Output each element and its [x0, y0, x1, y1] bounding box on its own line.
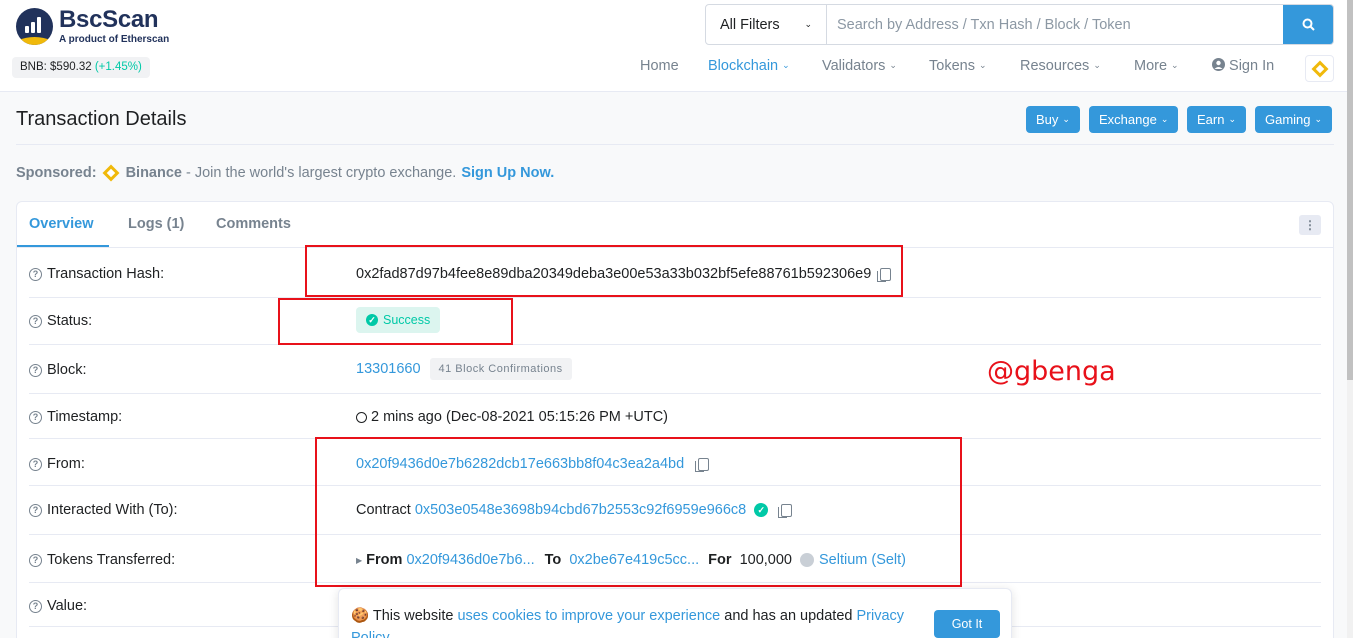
- filter-dropdown[interactable]: All Filters ⌄: [706, 5, 827, 44]
- sign-up-link[interactable]: Sign Up Now.: [461, 165, 554, 181]
- annotation-box-hash: [305, 245, 903, 297]
- search-input[interactable]: [827, 5, 1283, 44]
- help-icon[interactable]: ?: [29, 553, 42, 567]
- chevron-down-icon: ⌄: [1228, 114, 1237, 124]
- help-icon[interactable]: ?: [29, 503, 42, 517]
- chevron-down-icon: ⌄: [1160, 114, 1169, 124]
- status-row: ? Status: ✓ Success: [29, 298, 1321, 345]
- buy-button[interactable]: Buy ⌄: [1026, 106, 1080, 133]
- chevron-down-icon: ⌄: [1314, 114, 1323, 124]
- chevron-down-icon: ⌄: [1093, 60, 1101, 70]
- exchange-button[interactable]: Exchange ⌄: [1089, 106, 1179, 133]
- block-label: Block:: [47, 362, 87, 378]
- block-row: ? Block: 13301660 41 Block Confirmations: [29, 345, 1321, 394]
- chevron-down-icon: ⌄: [1171, 60, 1179, 70]
- nav-home[interactable]: Home: [640, 58, 679, 74]
- cookie-policy-link[interactable]: uses cookies to improve your experience: [457, 608, 720, 624]
- user-icon: [1212, 58, 1225, 71]
- chevron-down-icon: ⌄: [782, 60, 790, 70]
- sign-in-link[interactable]: Sign In: [1212, 58, 1274, 74]
- tokens-label: Tokens Transferred:: [47, 552, 176, 568]
- watermark-text: @gbenga: [987, 356, 1116, 387]
- binance-icon: [102, 164, 120, 182]
- site-header: BscScan A product of Etherscan BNB: $590…: [0, 0, 1353, 92]
- timestamp-value: 2 mins ago (Dec-08-2021 05:15:26 PM +UTC…: [371, 409, 668, 425]
- tab-comments[interactable]: Comments: [216, 216, 291, 232]
- bnb-network-button[interactable]: [1305, 55, 1334, 82]
- cookie-text: 🍪 This website uses cookies to improve y…: [351, 605, 911, 638]
- annotation-box-status: [278, 298, 513, 345]
- main-nav: Home Blockchain ⌄ Validators ⌄ Tokens ⌄ Res…: [0, 58, 1353, 80]
- sponsor-name[interactable]: Binance: [126, 165, 182, 181]
- tx-hash-label: Transaction Hash:: [47, 266, 165, 282]
- sponsored-banner: Sponsored: Binance - Join the world's la…: [16, 164, 554, 182]
- logo-subtitle: A product of Etherscan: [59, 34, 170, 45]
- gaming-button[interactable]: Gaming ⌄: [1255, 106, 1333, 133]
- more-options-icon[interactable]: ⋮: [1299, 215, 1321, 235]
- block-number-link[interactable]: 13301660: [356, 361, 421, 377]
- confirmations-badge: 41 Block Confirmations: [429, 358, 572, 380]
- nav-resources[interactable]: Resources ⌄: [1020, 58, 1101, 74]
- cookie-icon: 🍪: [351, 608, 370, 624]
- cookie-banner: 🍪 This website uses cookies to improve y…: [338, 588, 1012, 638]
- help-icon[interactable]: ?: [29, 410, 42, 424]
- nav-tokens[interactable]: Tokens ⌄: [929, 58, 987, 74]
- bscscan-logo[interactable]: BscScan A product of Etherscan: [16, 8, 169, 45]
- timestamp-row: ? Timestamp: 2 mins ago (Dec-08-2021 05:1…: [29, 394, 1321, 439]
- page-title: Transaction Details: [16, 108, 187, 130]
- status-label: Status:: [47, 313, 93, 329]
- value-label: Value:: [47, 598, 88, 614]
- bnb-icon: [1311, 60, 1328, 77]
- help-icon[interactable]: ?: [29, 267, 42, 281]
- clock-icon: [356, 411, 367, 423]
- to-label: Interacted With (To):: [47, 502, 178, 518]
- active-tab-indicator: [17, 245, 109, 247]
- chevron-down-icon: ⌄: [1062, 114, 1070, 124]
- from-label: From:: [47, 456, 85, 472]
- scrollbar[interactable]: [1347, 0, 1353, 638]
- chevron-down-icon: ⌄: [889, 60, 897, 70]
- tab-bar: Overview Logs (1) Comments ⋮: [17, 202, 1333, 248]
- tab-overview[interactable]: Overview: [29, 216, 94, 232]
- sponsor-label: Sponsored:: [16, 165, 97, 181]
- chevron-down-icon: ⌄: [804, 19, 812, 29]
- timestamp-label: Timestamp:: [47, 409, 123, 425]
- got-it-button[interactable]: Got It: [934, 610, 1000, 638]
- search-button[interactable]: [1283, 5, 1333, 44]
- earn-button[interactable]: Earn ⌄: [1187, 106, 1247, 133]
- title-divider: [16, 144, 1334, 145]
- search-bar: All Filters ⌄: [705, 4, 1334, 45]
- nav-more[interactable]: More ⌄: [1134, 58, 1179, 74]
- filter-label: All Filters: [720, 16, 780, 33]
- nav-validators[interactable]: Validators ⌄: [822, 58, 897, 74]
- sponsor-text: - Join the world's largest crypto exchan…: [185, 165, 457, 181]
- nav-blockchain[interactable]: Blockchain ⌄: [708, 58, 790, 74]
- help-icon[interactable]: ?: [29, 457, 42, 471]
- annotation-box-transfer: [315, 437, 962, 587]
- help-icon[interactable]: ?: [29, 599, 42, 613]
- chevron-down-icon: ⌄: [978, 60, 987, 70]
- tab-logs[interactable]: Logs (1): [128, 216, 184, 232]
- search-icon: [1302, 18, 1315, 31]
- logo-title: BscScan: [59, 6, 159, 33]
- logo-mark-icon: [16, 8, 53, 45]
- help-icon[interactable]: ?: [29, 363, 42, 377]
- help-icon[interactable]: ?: [29, 314, 42, 328]
- scrollbar-thumb[interactable]: [1347, 0, 1353, 380]
